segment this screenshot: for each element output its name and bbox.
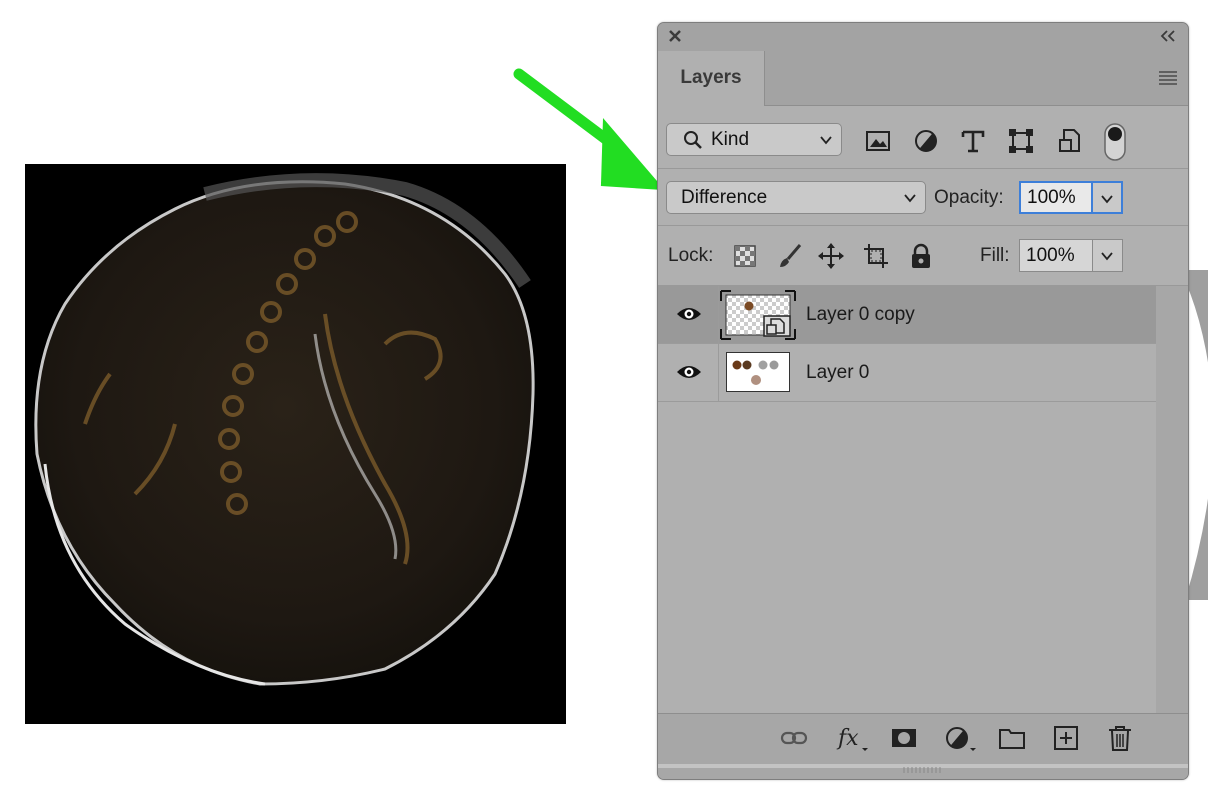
blend-row: Difference Opacity: 100%: [658, 169, 1188, 226]
filter-kind-select[interactable]: Kind: [666, 123, 842, 156]
layer-name: Layer 0: [806, 362, 870, 383]
lock-row: Lock: Fill: 100%: [658, 226, 1188, 286]
panel-tab-row: Layers: [658, 51, 1188, 106]
close-icon[interactable]: [667, 28, 683, 44]
layer-name: Layer 0 copy: [806, 304, 915, 325]
resize-grip-icon[interactable]: [902, 766, 942, 774]
visibility-column-divider: [718, 344, 719, 401]
lock-label: Lock:: [668, 245, 714, 266]
green-arrow-annotation: [513, 68, 664, 190]
chevron-down-icon: [1101, 252, 1113, 261]
new-group-folder-icon[interactable]: [998, 724, 1026, 752]
new-adjustment-layer-icon[interactable]: [944, 724, 978, 752]
delete-layer-icon[interactable]: [1106, 724, 1134, 752]
layer-thumbnail: [726, 352, 790, 392]
fill-label: Fill:: [980, 245, 1010, 266]
blend-mode-value: Difference: [681, 187, 768, 208]
layer-row[interactable]: Layer 0 copy: [658, 286, 1156, 344]
layers-list: Layer 0 copy Layer 0: [658, 286, 1188, 713]
lock-all-icon[interactable]: [907, 242, 935, 270]
lock-image-pixels-icon[interactable]: [776, 242, 804, 270]
panel-titlebar: [658, 23, 1188, 51]
layer-row[interactable]: Layer 0: [658, 344, 1156, 402]
smart-object-filter-icon[interactable]: [1056, 127, 1084, 155]
opacity-label: Opacity:: [934, 187, 1004, 208]
shape-layer-filter-icon[interactable]: [1007, 127, 1035, 155]
fill-dropdown[interactable]: [1093, 239, 1123, 272]
add-mask-icon[interactable]: [890, 724, 918, 752]
svg-text:fx: fx: [836, 726, 859, 751]
double-chevron-left-icon[interactable]: [1160, 29, 1176, 43]
filter-kind-label: Kind: [711, 129, 750, 150]
fill-input[interactable]: 100%: [1019, 239, 1093, 272]
tab-layers[interactable]: Layers: [658, 51, 765, 106]
document-canvas[interactable]: [25, 164, 566, 724]
opacity-input[interactable]: 100%: [1019, 181, 1093, 214]
lock-transparent-pixels-icon[interactable]: [731, 242, 759, 270]
search-icon: [684, 131, 702, 149]
eye-visibility-icon[interactable]: [676, 363, 702, 381]
visibility-column-divider: [718, 286, 719, 343]
chevron-down-icon: [820, 136, 832, 145]
layers-scrollbar[interactable]: [1156, 286, 1188, 713]
opacity-dropdown[interactable]: [1093, 181, 1123, 214]
layer-thumbnail: [720, 290, 796, 340]
new-layer-icon[interactable]: [1052, 724, 1080, 752]
coin-image: [34, 173, 535, 686]
filter-toggle-icon[interactable]: [1104, 123, 1126, 161]
eye-visibility-icon[interactable]: [676, 305, 702, 323]
filter-row: Kind: [658, 106, 1188, 169]
layers-bottom-toolbar: fx: [658, 713, 1188, 779]
lock-position-icon[interactable]: [817, 242, 845, 270]
layer-style-fx-icon[interactable]: fx: [836, 724, 870, 752]
chevron-down-icon: [904, 194, 916, 203]
lock-artboard-icon[interactable]: [862, 242, 890, 270]
type-layer-filter-icon[interactable]: [959, 127, 987, 155]
chevron-down-icon: [1101, 195, 1113, 204]
blend-mode-select[interactable]: Difference: [666, 181, 926, 214]
layers-panel: Layers Kind Difference Opacity: 100% Loc…: [657, 22, 1189, 780]
link-layers-icon[interactable]: [780, 724, 808, 752]
pixel-layer-filter-icon[interactable]: [864, 127, 892, 155]
hamburger-menu-icon[interactable]: [1158, 70, 1178, 86]
adjustment-layer-filter-icon[interactable]: [912, 127, 940, 155]
